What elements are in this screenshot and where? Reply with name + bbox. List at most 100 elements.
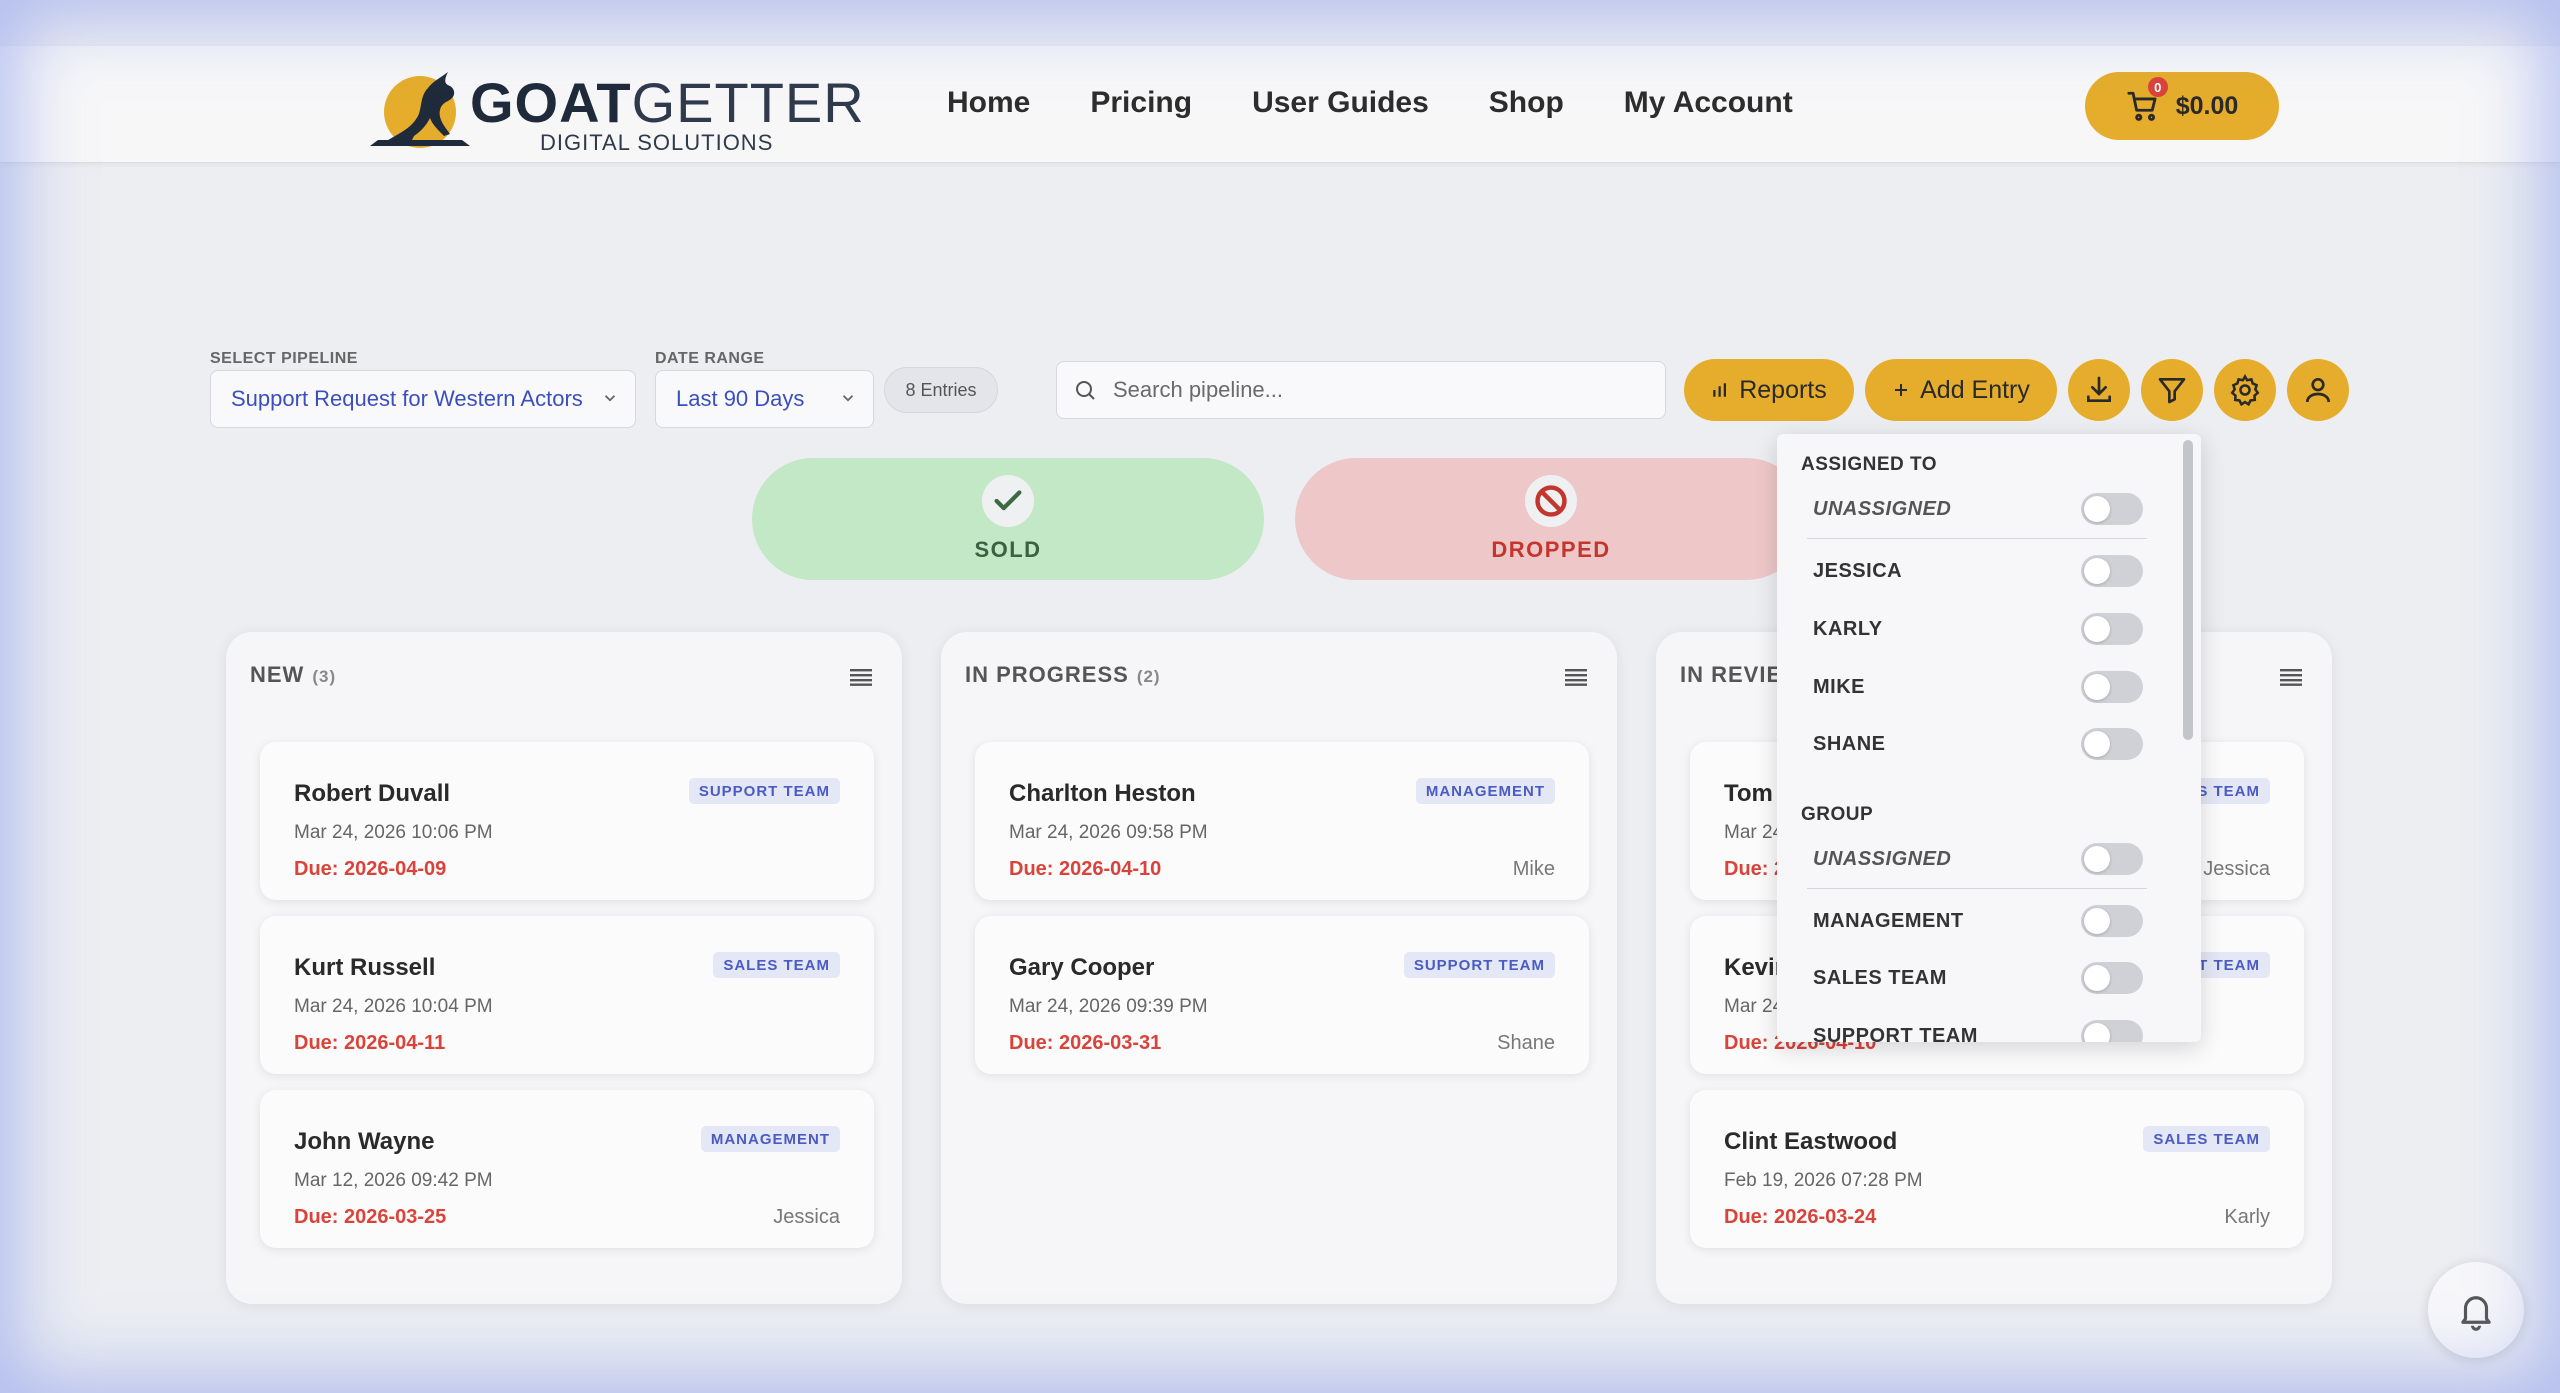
card-date: Mar 24, 2026 09:58 PM: [1009, 822, 1208, 843]
site-header: GOATGETTER DIGITAL SOLUTIONS Home Pricin…: [0, 46, 2560, 163]
toggle-switch[interactable]: [2081, 1020, 2143, 1042]
add-entry-label: Add Entry: [1920, 375, 2030, 404]
filter-option-support-team: SUPPORT TEAM: [1813, 1017, 2143, 1042]
scrollbar-thumb[interactable]: [2183, 440, 2193, 740]
column-in-progress: IN PROGRESS (2) Charlton Heston MANAGEMEN…: [941, 632, 1617, 1304]
filter-option-label: SHANE: [1813, 733, 1886, 755]
card-assignee: Karly: [2224, 1206, 2270, 1228]
filter-option-label: SUPPORT TEAM: [1813, 1025, 1978, 1042]
toggle-switch[interactable]: [2081, 613, 2143, 645]
card-name: Robert Duvall: [294, 780, 451, 807]
filter-dropdown: ASSIGNED TO UNASSIGNED JESSICA KARLY MIK…: [1777, 434, 2201, 1042]
menu-icon[interactable]: [2280, 668, 2302, 686]
pipeline-card[interactable]: Kurt Russell SALES TEAM Mar 24, 2026 10:…: [260, 916, 874, 1074]
add-entry-button[interactable]: Add Entry: [1865, 359, 2057, 421]
divider: [1807, 888, 2147, 889]
card-date: Mar 24: [1724, 822, 1784, 843]
nav-home[interactable]: Home: [947, 86, 1030, 120]
pipeline-card[interactable]: John Wayne MANAGEMENT Mar 12, 2026 09:42…: [260, 1090, 874, 1248]
filter-option-label: JESSICA: [1813, 560, 1903, 582]
notifications-button[interactable]: [2428, 1262, 2524, 1358]
card-group-tag: MANAGEMENT: [1415, 778, 1555, 804]
ban-icon: [1525, 475, 1577, 527]
download-icon: [2087, 376, 2111, 402]
nav-shop[interactable]: Shop: [1489, 86, 1564, 120]
toggle-switch[interactable]: [2081, 555, 2143, 587]
download-button[interactable]: [2068, 359, 2130, 421]
filter-option-group-unassigned: UNASSIGNED: [1813, 840, 2143, 880]
chevron-down-icon: [604, 395, 616, 402]
reports-button[interactable]: Reports: [1684, 359, 1854, 421]
card-due-date: Due: 2026-04-09: [294, 858, 447, 880]
check-icon: [982, 475, 1034, 527]
filter-option-label: UNASSIGNED: [1813, 498, 1952, 520]
toggle-switch[interactable]: [2081, 728, 2143, 760]
menu-icon[interactable]: [850, 668, 872, 686]
card-name: Charlton Heston: [1009, 780, 1196, 807]
date-range-value: Last 90 Days: [676, 386, 805, 411]
pipeline-label: SELECT PIPELINE: [210, 350, 358, 367]
cart-icon: 0: [2126, 77, 2168, 123]
nav-user-guides[interactable]: User Guides: [1252, 86, 1429, 120]
pipeline-card[interactable]: Clint Eastwood SALES TEAM Feb 19, 2026 0…: [1690, 1090, 2304, 1248]
nav-my-account[interactable]: My Account: [1624, 86, 1793, 120]
dropped-drop-zone[interactable]: DROPPED: [1295, 458, 1807, 580]
card-name: Kevir: [1724, 954, 1785, 981]
user-profile-button[interactable]: [2287, 359, 2349, 421]
card-due-date: Due: 2026-04-10: [1009, 858, 1162, 880]
filter-option-label: KARLY: [1813, 618, 1883, 640]
column-new: NEW (3) Robert Duvall SUPPORT TEAM Mar 24…: [226, 632, 902, 1304]
toggle-switch[interactable]: [2081, 843, 2143, 875]
filter-option-shane: SHANE: [1813, 725, 2143, 765]
menu-icon[interactable]: [1565, 668, 1587, 686]
filter-option-karly: KARLY: [1813, 610, 2143, 650]
toggle-switch[interactable]: [2081, 671, 2143, 703]
pipeline-card[interactable]: Robert Duvall SUPPORT TEAM Mar 24, 2026 …: [260, 742, 874, 900]
nav-pricing[interactable]: Pricing: [1090, 86, 1192, 120]
filter-option-management: MANAGEMENT: [1813, 902, 2143, 942]
pipeline-select-value: Support Request for Western Actors: [231, 386, 583, 411]
main-nav: Home Pricing User Guides Shop My Account: [947, 86, 1793, 120]
card-assignee: Mike: [1512, 858, 1555, 880]
divider: [1807, 538, 2147, 539]
search-input[interactable]: [1113, 377, 1633, 403]
sold-label: SOLD: [974, 537, 1042, 562]
card-date: Mar 24: [1724, 996, 1784, 1017]
card-assignee: Jessica: [2203, 858, 2270, 880]
gear-icon: [2230, 373, 2260, 407]
pipeline-select[interactable]: Support Request for Western Actors: [210, 370, 636, 428]
pipeline-card[interactable]: Charlton Heston MANAGEMENT Mar 24, 2026 …: [975, 742, 1589, 900]
user-icon: [2306, 378, 2330, 403]
filter-button[interactable]: [2141, 359, 2203, 421]
toggle-switch[interactable]: [2081, 905, 2143, 937]
dropped-label: DROPPED: [1491, 537, 1611, 562]
cart-count-badge: 0: [2147, 77, 2168, 97]
search-icon: [1076, 381, 1095, 400]
date-range-label: DATE RANGE: [655, 350, 765, 367]
plus-icon: [1895, 384, 1908, 396]
card-name: John Wayne: [294, 1128, 435, 1155]
card-group-tag: SUPPORT TEAM: [688, 778, 840, 804]
sold-drop-zone[interactable]: SOLD: [752, 458, 1264, 580]
search-box: [1056, 361, 1666, 419]
pipeline-card[interactable]: Gary Cooper SUPPORT TEAM Mar 24, 2026 09…: [975, 916, 1589, 1074]
toggle-switch[interactable]: [2081, 493, 2143, 525]
assigned-to-heading: ASSIGNED TO: [1801, 454, 1938, 475]
filter-option-label: MIKE: [1813, 676, 1865, 698]
filter-option-sales-team: SALES TEAM: [1813, 959, 2143, 999]
card-group-tag: SALES TEAM: [2143, 1126, 2270, 1152]
settings-button[interactable]: [2214, 359, 2276, 421]
brand-logo[interactable]: GOATGETTER DIGITAL SOLUTIONS: [370, 60, 864, 155]
bar-chart-icon: [1713, 383, 1727, 397]
card-name: Tom: [1724, 780, 1773, 807]
cart-button[interactable]: 0 $0.00: [2085, 72, 2279, 140]
card-assignee: Shane: [1497, 1032, 1555, 1054]
card-group-tag: MANAGEMENT: [700, 1126, 840, 1152]
date-range-select[interactable]: Last 90 Days: [655, 370, 874, 428]
filter-option-label: UNASSIGNED: [1813, 848, 1952, 870]
filter-option-jessica: JESSICA: [1813, 552, 2143, 592]
goat-logo-icon: [370, 72, 470, 148]
filter-icon: [2158, 378, 2186, 404]
toggle-switch[interactable]: [2081, 962, 2143, 994]
reports-label: Reports: [1739, 375, 1827, 404]
